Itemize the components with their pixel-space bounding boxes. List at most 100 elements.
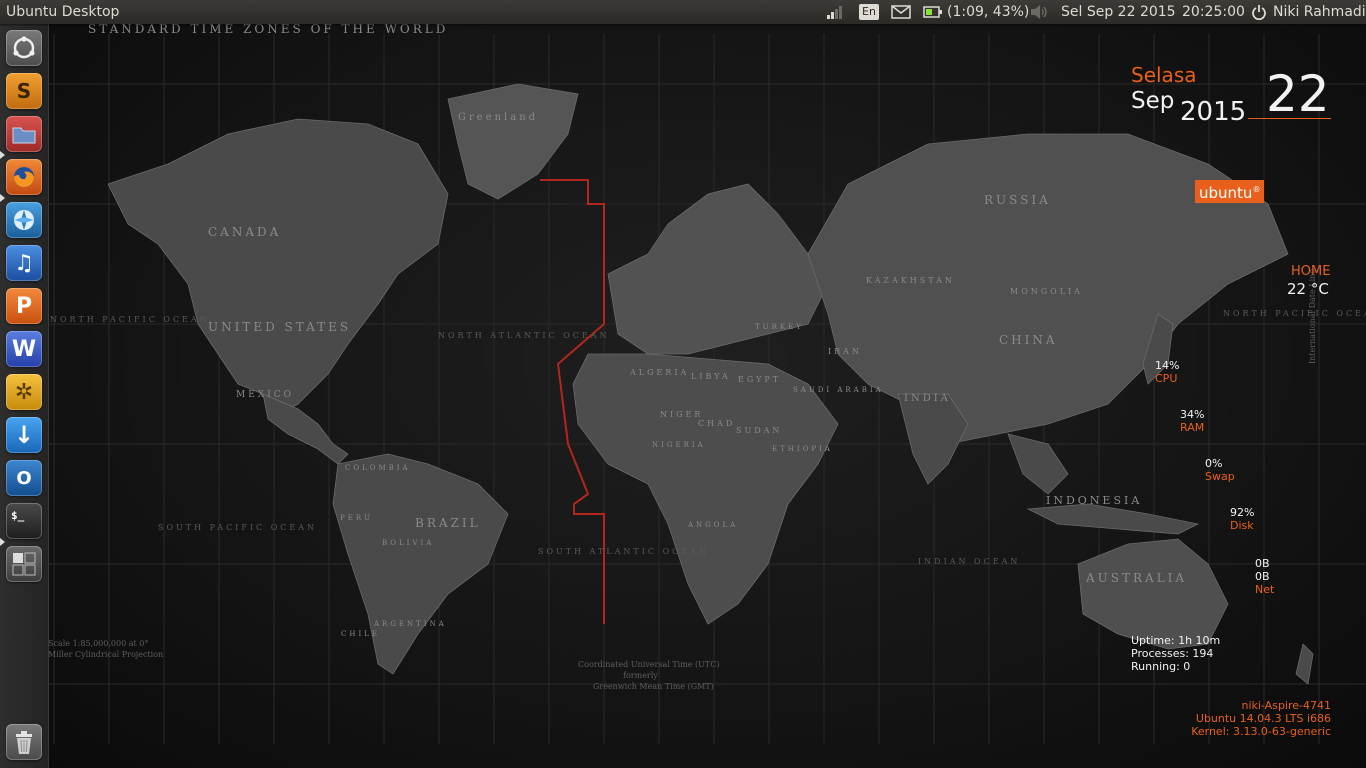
conky-year: 2015 <box>1180 97 1247 127</box>
clock-indicator[interactable]: 20:25:00 <box>1182 0 1245 24</box>
country-label-brazil: BRAZIL <box>415 516 481 530</box>
files-folder-icon <box>12 127 36 144</box>
country-label-argentina: ARGENTINA <box>373 620 447 628</box>
launcher-files[interactable] <box>6 116 42 152</box>
country-label-greenland: Greenland <box>458 112 538 123</box>
messaging-indicator[interactable] <box>891 0 911 24</box>
map-projection-note: Miller Cylindrical Projection <box>48 650 163 659</box>
country-label-kazakhstan: KAZAKHSTAN <box>866 276 955 285</box>
music-note-icon: ♫ <box>14 250 34 276</box>
map-gmt-note: Greenwich Mean Time (GMT) <box>593 682 714 691</box>
launcher-running-indicator <box>0 538 5 546</box>
signal-bars-icon <box>827 6 842 19</box>
country-label-indonesia: INDONESIA <box>1046 494 1142 507</box>
country-label-egypt: EGYPT <box>738 375 781 384</box>
conky-os-version: Ubuntu 14.04.3 LTS i686 <box>1195 712 1331 725</box>
map-scale-note: Scale 1:85,000,000 at 0° <box>48 639 148 648</box>
conky-ram-value: 34% <box>1180 408 1205 421</box>
conky-running: Running: 0 <box>1131 660 1191 673</box>
country-label-mongolia: MONGOLIA <box>1010 287 1083 296</box>
conky-weather-location: HOME <box>1291 264 1331 279</box>
battery-indicator[interactable]: (1:09, 43%) <box>923 0 1029 24</box>
ocean-label-north-pacific-east: NORTH PACIFIC OCEAN <box>1223 309 1366 318</box>
country-label-bolivia: BOLIVIA <box>382 539 434 547</box>
top-panel: Ubuntu Desktop En (1:09, 43%) Sel Sep 22… <box>0 0 1366 24</box>
country-label-canada: CANADA <box>208 225 281 239</box>
download-arrow-icon: ↓ <box>13 421 35 449</box>
panel-date: Sel Sep 22 2015 <box>1061 4 1176 20</box>
launcher-terminal[interactable]: $_ <box>6 503 42 539</box>
country-label-ethiopia: ETHIOPIA <box>772 445 833 453</box>
shotwell-icon <box>14 210 34 230</box>
central-america-landmass <box>262 393 349 465</box>
country-label-iran: IRAN <box>828 347 862 356</box>
launcher-dash-home[interactable] <box>6 30 42 66</box>
conky-day-name: Selasa <box>1131 63 1197 87</box>
launcher-wps-writer[interactable]: W <box>6 331 42 367</box>
launcher-outlook[interactable]: O <box>6 460 42 496</box>
wps-writer-icon: W <box>11 336 37 362</box>
sound-indicator[interactable] <box>1029 0 1049 24</box>
firefox-icon <box>14 167 34 187</box>
africa-landmass <box>572 353 839 625</box>
country-label-niger: NIGER <box>660 410 703 419</box>
launcher-wps-presentation[interactable]: P <box>6 288 42 324</box>
conky-uptime: Uptime: 1h 10m <box>1131 634 1221 647</box>
country-label-colombia: COLOMBIA <box>345 464 411 472</box>
conky-disk-label: Disk <box>1230 519 1254 532</box>
country-label-india: INDIA <box>904 393 951 404</box>
trash-icon <box>16 731 32 754</box>
southeast-asia-landmass <box>1007 433 1069 495</box>
conky-net-up: 0B <box>1255 570 1270 583</box>
conky-cpu-value: 14% <box>1155 359 1180 372</box>
map-title: STANDARD TIME ZONES OF THE WORLD <box>88 24 448 36</box>
launcher-system-settings[interactable]: ✲ <box>6 374 42 410</box>
network-indicator[interactable] <box>826 0 844 24</box>
country-label-algeria: ALGERIA <box>629 368 689 377</box>
conky-swap-label: Swap <box>1205 470 1235 483</box>
window-title: Ubuntu Desktop <box>6 4 120 20</box>
gear-icon: ✲ <box>14 379 34 405</box>
north-america-landmass <box>107 118 449 415</box>
country-label-chile: CHILE <box>341 630 380 638</box>
launcher-running-indicator <box>0 194 5 202</box>
conky-net-down: 0B <box>1255 557 1270 570</box>
sublime-text-icon: S <box>16 79 32 103</box>
ocean-label-north-pacific-west: NORTH PACIFIC OCEAN <box>50 315 210 324</box>
country-label-china: CHINA <box>999 333 1058 347</box>
launcher-firefox[interactable] <box>6 159 42 195</box>
keyboard-layout-label: En <box>859 4 879 20</box>
conky-swap-value: 0% <box>1205 457 1223 470</box>
keyboard-layout-indicator[interactable]: En <box>859 0 879 24</box>
launcher-sublime-text[interactable]: S <box>6 73 42 109</box>
launcher-software-updater[interactable]: ↓ <box>6 417 42 453</box>
conky-temperature: 22 °C <box>1287 280 1329 298</box>
terminal-icon: $_ <box>11 509 25 522</box>
date-indicator[interactable]: Sel Sep 22 2015 <box>1061 0 1176 24</box>
power-icon <box>1252 5 1266 20</box>
speaker-icon <box>1031 5 1047 19</box>
ubuntu-circle-of-friends-icon: ® <box>1252 185 1261 194</box>
new-zealand-landmass <box>1295 643 1314 685</box>
launcher-shotwell[interactable] <box>6 202 42 238</box>
session-indicator[interactable]: Niki Rahmadi <box>1251 0 1366 24</box>
conky-month: Sep <box>1131 88 1175 114</box>
ocean-label-north-atlantic: NORTH ATLANTIC OCEAN <box>438 331 610 340</box>
map-utc-note: Coordinated Universal Time (UTC) <box>578 660 720 669</box>
launcher-workspace-switcher[interactable] <box>6 546 42 582</box>
battery-icon <box>923 6 942 18</box>
conky-day-number: 22 <box>1266 65 1330 123</box>
country-label-australia: AUSTRALIA <box>1085 571 1187 585</box>
indonesia-landmass <box>1026 503 1200 535</box>
launcher-rhythmbox[interactable]: ♫ <box>6 245 42 281</box>
ocean-label-south-pacific: SOUTH PACIFIC OCEAN <box>158 523 317 532</box>
conky-kernel: Kernel: 3.13.0-63-generic <box>1191 725 1331 738</box>
country-label-peru: PERU <box>340 514 373 522</box>
panel-time: 20:25:00 <box>1182 4 1245 20</box>
envelope-icon <box>891 5 911 19</box>
greenland-landmass <box>447 83 579 200</box>
launcher-trash[interactable] <box>6 724 42 760</box>
south-america-landmass <box>332 453 509 675</box>
country-label-chad: CHAD <box>698 419 735 428</box>
country-label-saudi-arabia: SAUDI ARABIA <box>793 386 884 394</box>
